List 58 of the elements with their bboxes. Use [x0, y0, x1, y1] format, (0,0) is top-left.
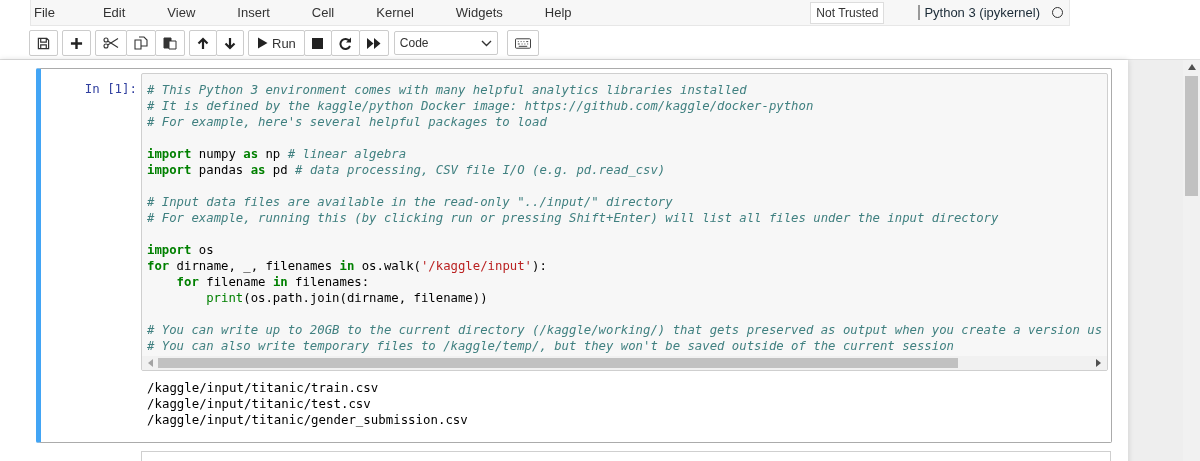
plus-icon: [70, 36, 83, 50]
horizontal-scrollbar[interactable]: [142, 356, 1107, 370]
restart-icon: [338, 36, 352, 50]
code-line: import pandas as pd # data processing, CSV file I/O (e.g. pd.read_csv): [147, 162, 666, 178]
output-line: /kaggle/input/titanic/gender_submission.csv: [147, 412, 469, 428]
code-editor[interactable]: [141, 73, 1108, 371]
menu-item[interactable]: Insert: [235, 5, 272, 20]
code-line: # For example, here's several helpful packages to load: [147, 114, 547, 130]
stop-button[interactable]: [303, 30, 332, 56]
keyboard-icon: [514, 37, 531, 49]
input-prompt: In [1]:: [83, 80, 138, 98]
menu-item[interactable]: Help: [542, 5, 574, 20]
menu-item[interactable]: View: [165, 5, 198, 20]
up-button[interactable]: [189, 30, 217, 56]
code-line: import os: [147, 242, 214, 258]
fast-forward-icon: [366, 37, 381, 49]
code-line: # For example, running this (by clicking run or pressing Shift+Enter) will list all files under the input directory: [147, 210, 999, 226]
save-icon: [37, 36, 50, 50]
save-button[interactable]: [29, 30, 58, 56]
run-button[interactable]: Run: [248, 30, 305, 56]
play-icon: [257, 37, 268, 49]
output-line: /kaggle/input/titanic/train.csv: [147, 380, 380, 396]
output-line: /kaggle/input/titanic/test.csv: [147, 396, 372, 412]
scroll-right-icon[interactable]: [1095, 359, 1101, 367]
code-line: print(os.path.join(dirname, filename)): [206, 290, 488, 306]
paste-icon: [163, 36, 177, 50]
code-line: # You can write up to 20GB to the current directory (/kaggle/working/) that gets preserved as output when you create a version us: [147, 322, 1103, 338]
menu-item[interactable]: Edit: [100, 5, 128, 20]
code-line: # Input data files are available in the read-only "../input/" directory: [147, 194, 673, 210]
cell-type-dropdown[interactable]: Code: [393, 31, 498, 55]
restart-button[interactable]: [330, 30, 360, 56]
down-arrow-icon: [224, 36, 236, 50]
code-line: # You can also write temporary files to /kaggle/temp/, but they won't be saved outside of the current session: [147, 338, 954, 354]
trust-button[interactable]: Not Trusted: [810, 1, 885, 24]
add-button[interactable]: [62, 30, 91, 56]
code-line: for dirname, _, filenames in os.walk('/kaggle/input'):: [147, 258, 547, 274]
scrollbar-thumb[interactable]: [158, 358, 958, 368]
menu-item[interactable]: File: [32, 5, 57, 20]
menu-item[interactable]: Widgets: [453, 5, 505, 20]
code-line: # It is defined by the kaggle/python Docker image: https://github.com/kaggle/docker-python: [147, 98, 814, 114]
menu-item[interactable]: Kernel: [374, 5, 416, 20]
down-button[interactable]: [216, 30, 244, 56]
scissors-icon: [103, 37, 119, 49]
menu-item[interactable]: Cell: [309, 5, 337, 20]
kernel-name[interactable]: Python 3 (ipykernel): [918, 5, 1040, 20]
scrollbar-thumb[interactable]: [1185, 76, 1198, 196]
code-line: for filename in filenames:: [176, 274, 370, 290]
paste-button[interactable]: [155, 30, 185, 56]
code-line: # This Python 3 environment comes with many helpful analytics libraries installed: [147, 82, 747, 98]
scroll-up-icon[interactable]: [1187, 64, 1196, 70]
chevron-down-icon: [480, 39, 492, 47]
fastforward-button[interactable]: [358, 30, 389, 56]
code-line: import numpy as np # linear algebra: [147, 146, 407, 162]
copy-icon: [134, 36, 148, 50]
cut-button[interactable]: [95, 30, 127, 56]
up-arrow-icon: [197, 36, 209, 50]
keyboard-button[interactable]: [506, 30, 539, 56]
stop-icon: [312, 37, 324, 49]
